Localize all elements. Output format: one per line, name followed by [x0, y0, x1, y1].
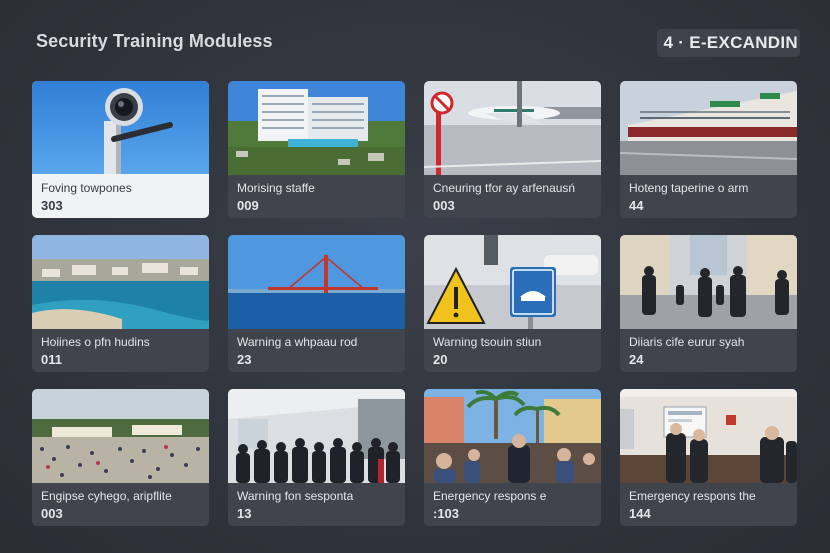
module-card-3[interactable]: Cneuring tfor ay arfenausń 003: [424, 81, 601, 218]
module-thumbnail-8: [620, 235, 797, 329]
module-card-5[interactable]: Hoiines o pfn hudins 011: [32, 235, 209, 372]
module-count-4: 44: [629, 198, 644, 213]
module-count-1: 303: [41, 198, 63, 213]
module-thumbnail-2: [228, 81, 405, 175]
module-title-2: Morising staffe: [237, 181, 315, 195]
module-count-10: 13: [237, 506, 252, 521]
module-title-10: Warning fon sesponta: [237, 489, 354, 503]
module-card-2[interactable]: Morising staffe 009: [228, 81, 405, 218]
module-title-9: Engipse cyhego, aripflite: [41, 489, 172, 503]
module-thumbnail-4: [620, 81, 797, 175]
module-thumbnail-3: [424, 81, 601, 175]
module-card-6[interactable]: Warning a whpaau rod 23: [228, 235, 405, 372]
module-count-9: 003: [41, 506, 63, 521]
module-card-8[interactable]: Diiaris cife eurur syah 24: [620, 235, 797, 372]
module-title-12: Emergency respons the: [629, 489, 756, 503]
module-card-12[interactable]: Emergency respons the 144: [620, 389, 797, 526]
module-thumbnail-7: [424, 235, 601, 329]
module-count-11: :103: [433, 506, 460, 521]
module-title-5: Hoiines o pfn hudins: [41, 335, 150, 349]
module-title-3: Cneuring tfor ay arfenausń: [433, 181, 576, 195]
module-count-badge: 4 · E-EXCANDIN: [657, 29, 800, 57]
module-title-6: Warning a whpaau rod: [237, 335, 358, 349]
module-card-4[interactable]: Hoteng taperine o arm 44: [620, 81, 797, 218]
module-count-2: 009: [237, 198, 259, 213]
page-title: Security Training Moduless: [36, 31, 273, 51]
module-thumbnail-6: [228, 235, 405, 329]
module-count-12: 144: [629, 506, 651, 521]
module-title-7: Warning tsouin stiun: [433, 335, 542, 349]
module-thumbnail-11: [424, 389, 601, 483]
module-thumbnail-1: [32, 81, 209, 174]
module-card-9[interactable]: Engipse cyhego, aripflite 003: [32, 389, 209, 526]
module-grid: Foving towpones 303 Morising staffe 009 …: [32, 81, 798, 526]
module-card-10[interactable]: Warning fon sesponta 13: [228, 389, 405, 526]
module-count-5: 011: [41, 352, 62, 367]
module-thumbnail-9: [32, 389, 209, 483]
module-thumbnail-5: [32, 235, 209, 329]
module-card-1[interactable]: Foving towpones 303: [32, 81, 209, 218]
module-card-7[interactable]: Warning tsouin stiun 20: [424, 235, 601, 372]
module-title-1: Foving towpones: [41, 181, 132, 195]
module-title-8: Diiaris cife eurur syah: [629, 335, 745, 349]
module-count-3: 003: [433, 198, 455, 213]
module-thumbnail-12: [620, 389, 797, 483]
module-count-7: 20: [433, 352, 448, 367]
module-title-4: Hoteng taperine o arm: [629, 181, 749, 195]
module-card-11[interactable]: Energency respons e :103: [424, 389, 601, 526]
module-count-8: 24: [629, 352, 644, 367]
module-title-11: Energency respons e: [433, 489, 547, 503]
module-thumbnail-10: [228, 389, 405, 483]
module-count-6: 23: [237, 352, 252, 367]
